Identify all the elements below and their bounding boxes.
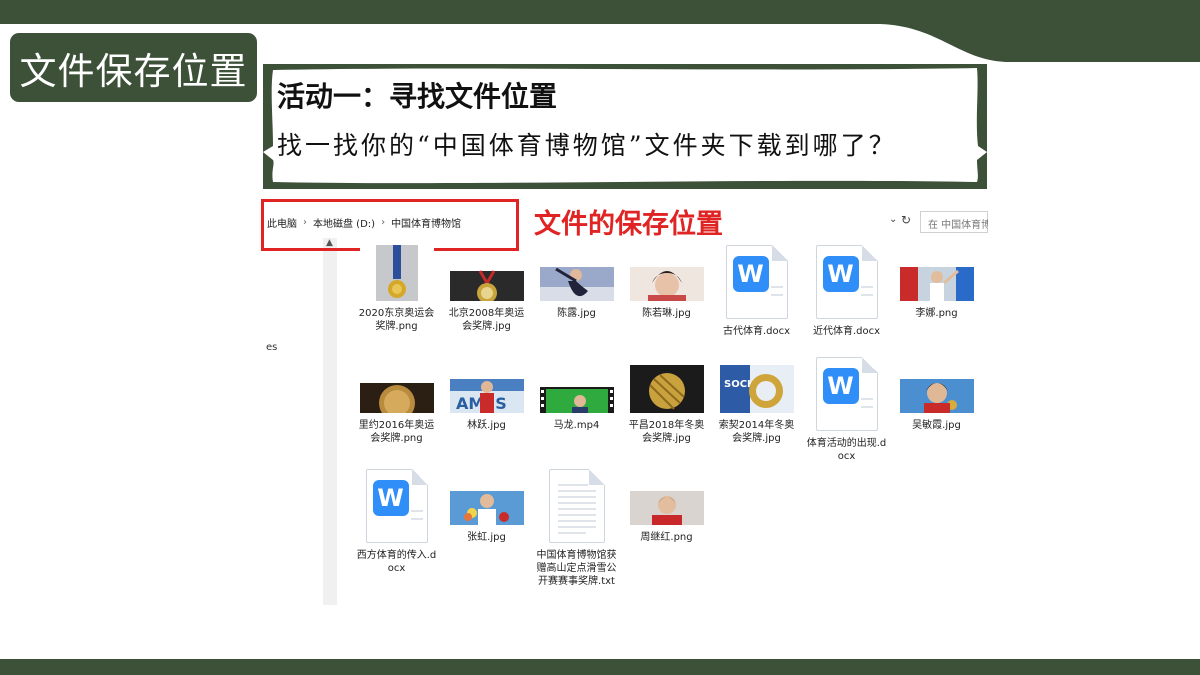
file-name: 北京2008年奥运会奖牌.jpg xyxy=(448,308,525,332)
navigation-pane-label: es xyxy=(266,342,278,353)
slide-title: 文件保存位置 xyxy=(10,33,257,102)
athlete-portrait-thumbnail xyxy=(629,245,704,301)
location-highlight-box xyxy=(261,199,519,251)
file-item[interactable]: 北京2008年奥运会奖牌.jpg xyxy=(439,245,534,333)
file-item[interactable]: 陈若琳.jpg xyxy=(619,245,714,320)
file-item[interactable]: W 近代体育.docx xyxy=(799,245,894,338)
file-name: 体育活动的出现.docx xyxy=(806,438,887,462)
word-document-icon: W xyxy=(725,245,788,319)
refresh-icon[interactable]: ↻ xyxy=(901,213,911,227)
pyeongchang-medal-thumbnail xyxy=(629,357,704,413)
search-input[interactable]: 在 中国体育博 xyxy=(920,211,988,233)
file-name: 平昌2018年冬奥会奖牌.jpg xyxy=(628,420,705,444)
file-name: 张虹.jpg xyxy=(467,532,506,543)
activity-board: 活动一：寻找文件位置 找一找你的“中国体育博物馆”文件夹下载到哪了？ xyxy=(263,60,987,191)
navigation-pane[interactable]: es xyxy=(262,252,323,605)
word-logo: W xyxy=(372,480,409,516)
file-name: 吴敏霞.jpg xyxy=(912,420,961,431)
file-name: 中国体育博物馆获赠高山定点滑雪公开赛赛事奖牌.txt xyxy=(536,550,617,587)
file-item[interactable]: 陈露.jpg xyxy=(529,245,624,320)
file-item[interactable]: SOCHI 索契2014年冬奥会奖牌.jpg xyxy=(709,357,804,445)
rio-medal-thumbnail xyxy=(359,357,434,413)
file-item[interactable]: W 古代体育.docx xyxy=(709,245,804,338)
file-item[interactable]: 马龙.mp4 xyxy=(529,357,624,432)
gold-medal-thumbnail xyxy=(359,245,434,301)
skater-photo-thumbnail xyxy=(539,245,614,301)
word-logo: W xyxy=(732,256,769,292)
file-item[interactable]: 周继红.png xyxy=(619,469,714,544)
file-item[interactable]: 张虹.jpg xyxy=(439,469,534,544)
tennis-photo-thumbnail xyxy=(899,245,974,301)
video-thumbnail xyxy=(539,357,614,413)
file-item[interactable]: 中国体育博物馆获赠高山定点滑雪公开赛赛事奖牌.txt xyxy=(529,469,624,588)
file-item[interactable]: 吴敏霞.jpg xyxy=(889,357,984,432)
activity-question: 找一找你的“中国体育博物馆”文件夹下载到哪了？ xyxy=(277,131,897,160)
word-document-icon: W xyxy=(815,245,878,319)
file-item[interactable]: W 体育活动的出现.docx xyxy=(799,357,894,463)
chevron-down-icon[interactable]: ⌄ xyxy=(889,214,897,225)
file-name: 陈露.jpg xyxy=(557,308,596,319)
vertical-scrollbar[interactable] xyxy=(323,238,337,605)
file-item[interactable]: 李娜.png xyxy=(889,245,984,320)
file-item[interactable]: 平昌2018年冬奥会奖牌.jpg xyxy=(619,357,714,445)
file-name: 西方体育的传入.docx xyxy=(356,550,437,574)
jade-medal-thumbnail xyxy=(449,245,524,301)
file-item[interactable]: 2020东京奥运会奖牌.png xyxy=(349,245,444,333)
word-document-icon: W xyxy=(365,469,428,543)
athlete-photo-thumbnail xyxy=(629,469,704,525)
file-name: 周继红.png xyxy=(640,532,693,543)
activity-title: 活动一：寻找文件位置 xyxy=(277,80,558,113)
file-name: 陈若琳.jpg xyxy=(642,308,691,319)
file-name: 马龙.mp4 xyxy=(553,420,600,431)
file-name: 林跃.jpg xyxy=(467,420,506,431)
word-logo: W xyxy=(822,256,859,292)
file-item[interactable]: AMES 林跃.jpg xyxy=(439,357,534,432)
file-name: 里约2016年奥运会奖牌.png xyxy=(358,420,435,444)
flowers-photo-thumbnail xyxy=(449,469,524,525)
file-name: 近代体育.docx xyxy=(812,326,881,337)
diver-photo-thumbnail: AMES xyxy=(449,357,524,413)
file-item[interactable]: W 西方体育的传入.docx xyxy=(349,469,444,575)
sochi-medal-thumbnail: SOCHI xyxy=(719,357,794,413)
file-item[interactable]: 里约2016年奥运会奖牌.png xyxy=(349,357,444,445)
search-placeholder: 在 中国体育博 xyxy=(928,220,988,231)
word-document-icon: W xyxy=(815,357,878,431)
file-name: 古代体育.docx xyxy=(722,326,791,337)
file-name: 李娜.png xyxy=(915,308,958,319)
file-name: 2020东京奥运会奖牌.png xyxy=(358,308,435,332)
bottom-decorative-band xyxy=(0,659,1200,675)
diver-medal-photo-thumbnail xyxy=(899,357,974,413)
file-grid: 2020东京奥运会奖牌.png 北京2008年奥运会奖牌.jpg 陈露.jpg … xyxy=(349,245,987,605)
word-logo: W xyxy=(822,368,859,404)
file-name: 索契2014年冬奥会奖牌.jpg xyxy=(718,420,795,444)
location-annotation: 文件的保存位置 xyxy=(534,209,723,240)
text-document-icon xyxy=(548,469,605,543)
